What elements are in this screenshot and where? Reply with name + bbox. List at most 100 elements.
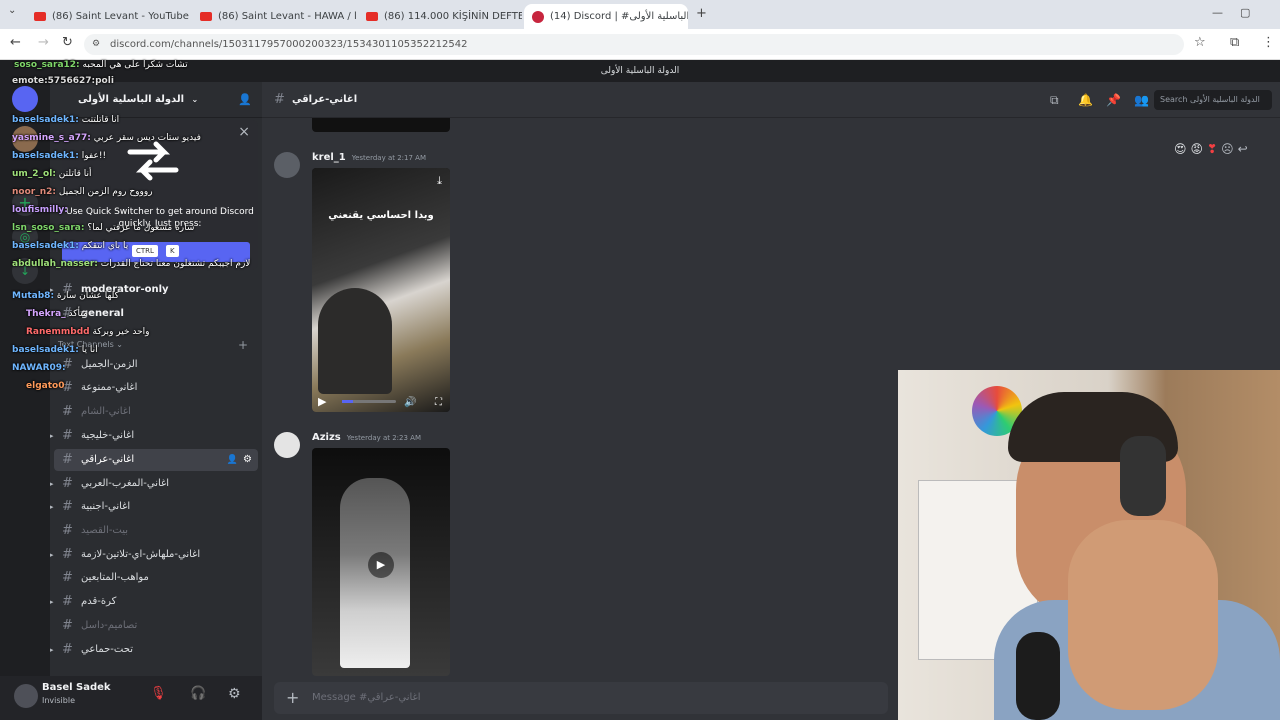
user-settings-gear-icon[interactable]: ⚙ xyxy=(228,686,241,702)
channel-item-selected[interactable]: # اغاني-عراقي 👤 ⚙ xyxy=(54,449,258,471)
chat-user: soso_sara12: xyxy=(14,60,80,70)
channel-item[interactable]: ▸ # اغاني-المغرب-العربي xyxy=(50,473,258,495)
channel-name: اغاني-اجنبية xyxy=(81,501,131,512)
chat-user: abdullah_nasser: xyxy=(12,259,98,269)
channel-item[interactable]: # اغاني-ممنوعة xyxy=(54,377,258,399)
tab-title: (86) Saint Levant - HAWA / هوا xyxy=(218,11,356,22)
back-icon[interactable]: ← xyxy=(10,35,21,50)
new-tab-button[interactable]: + xyxy=(696,6,707,21)
chat-text: روووح روم الزمن الجميل xyxy=(58,187,153,197)
chat-line: lsn_soso_sara: سارة مشغول ما عرفتي لما؟ xyxy=(12,223,194,233)
address-bar[interactable]: ⚙ discord.com/channels/15031179570002003… xyxy=(84,34,1184,55)
video-progress-bar[interactable] xyxy=(342,400,396,403)
forward-icon[interactable]: → xyxy=(38,35,49,50)
emoji-reaction[interactable]: 😡 xyxy=(1191,142,1208,156)
play-icon[interactable]: ▶ xyxy=(318,395,326,408)
avatar[interactable] xyxy=(274,432,300,458)
author-name: Azizs xyxy=(312,432,341,443)
chevron-right-icon: ▸ xyxy=(50,503,54,511)
avatar[interactable] xyxy=(14,684,38,708)
hashtag-icon: # xyxy=(62,476,73,491)
channel-name: اغاني-عراقي xyxy=(81,454,135,465)
chat-line: baselsadek1: عفوا!! xyxy=(12,151,106,161)
browser-tab-3[interactable]: (86) 114.000 KİŞİNİN DEFTERİN × xyxy=(358,4,522,29)
hashtag-icon: # xyxy=(62,594,73,609)
reload-icon[interactable]: ↻ xyxy=(62,35,73,50)
chat-line: baselsadek1: انا يا xyxy=(12,345,98,355)
volume-icon[interactable]: 🔊 xyxy=(404,397,416,408)
browser-tab-bar: ⌄ (86) Saint Levant - YouTube × (86) Sai… xyxy=(0,0,1280,29)
chat-user: baselsadek1: xyxy=(12,115,79,125)
maximize-icon[interactable]: ▢ xyxy=(1240,6,1250,19)
webcam-overlay xyxy=(898,370,1280,720)
tab-list-icon[interactable]: ⌄ xyxy=(8,5,16,16)
window-title-text: الدولة الباسلية الأولى xyxy=(600,66,680,76)
add-member-icon[interactable]: 👤 xyxy=(238,82,252,118)
message-input[interactable]: + Message #اغاني-عراقي xyxy=(274,682,888,714)
message-author[interactable]: krel_1 Yesterday at 2:17 AM xyxy=(312,152,426,163)
headphones-icon[interactable]: 🎧 xyxy=(190,686,206,701)
browser-tab-4-active[interactable]: (14) Discord | #الباسلية الأولى × xyxy=(524,4,688,29)
server-header[interactable]: الدولة الباسلية الأولى ⌄ 👤 xyxy=(50,82,262,118)
channel-item[interactable]: # بيت-القصيد xyxy=(54,520,258,542)
avatar[interactable] xyxy=(274,152,300,178)
bookmark-star-icon[interactable]: ☆ xyxy=(1194,35,1206,50)
close-icon[interactable]: × xyxy=(238,124,250,140)
tab-title: (86) Saint Levant - YouTube xyxy=(52,11,189,22)
home-discord-icon[interactable] xyxy=(12,86,38,112)
create-channel-icon[interactable]: + xyxy=(238,338,248,352)
chat-user: noor_n2: xyxy=(12,187,56,197)
video-attachment[interactable]: ▶ xyxy=(312,448,450,676)
emoji-reaction[interactable]: 😍 xyxy=(1174,142,1191,156)
browser-tab-1[interactable]: (86) Saint Levant - YouTube × xyxy=(26,4,190,29)
search-placeholder: Search الدولة الباسلية الأولى xyxy=(1160,95,1260,104)
channel-item[interactable]: # تصاميم-داسل xyxy=(54,615,258,637)
close-tab-icon[interactable]: × xyxy=(189,10,190,24)
channel-item[interactable]: ▸ # تحت-حماعي xyxy=(50,639,258,661)
menu-icon[interactable]: ⋮ xyxy=(1262,35,1275,50)
message-author[interactable]: Azizs Yesterday at 2:23 AM xyxy=(312,432,421,443)
fullscreen-icon[interactable]: ⛶ xyxy=(435,397,442,408)
chevron-right-icon: ▸ xyxy=(50,598,54,606)
reply-icon[interactable]: ↩ xyxy=(1238,142,1252,156)
person-figure xyxy=(318,288,392,394)
add-reaction-icon[interactable]: ☹ xyxy=(1221,142,1238,156)
channel-item[interactable]: # اغاني-الشام xyxy=(54,401,258,423)
chat-user: Thekra_ xyxy=(26,309,66,319)
emoji-reaction[interactable]: ❣ xyxy=(1207,142,1221,156)
previous-media[interactable] xyxy=(312,118,450,132)
author-name: krel_1 xyxy=(312,152,346,163)
extensions-icon[interactable]: ⧉ xyxy=(1230,35,1239,50)
channel-item[interactable]: ▸ # اغاني-ملهاش-اي-تلاتين-لازمة xyxy=(50,544,258,566)
member-list-icon[interactable]: 👥 xyxy=(1134,82,1149,118)
mic-muted-icon[interactable]: 🎙 xyxy=(150,686,167,701)
invite-icon[interactable]: 👤 xyxy=(227,449,238,471)
chat-text: يا باي انتقكم xyxy=(81,241,129,251)
chat-message: krel_1 Yesterday at 2:17 AM وبدا احساسي ي… xyxy=(262,150,902,412)
user-status: Invisible xyxy=(42,696,75,705)
headphones xyxy=(1120,436,1166,516)
download-icon[interactable]: ⤓ xyxy=(437,174,442,188)
chat-text: لازم اجيبكم تشتغلون معنا تحتاج القدرات xyxy=(100,259,251,269)
channel-item[interactable]: ▸ # اغاني-اجنبية xyxy=(50,496,258,518)
play-icon[interactable]: ▶ xyxy=(368,552,394,578)
hashtag-icon: # xyxy=(62,570,73,585)
chat-user: yasmine_s_a77: xyxy=(12,133,91,143)
pin-icon[interactable]: 📌 xyxy=(1106,82,1121,118)
channel-item[interactable]: ▸ # اغاني-خليجية xyxy=(50,425,258,447)
browser-tab-2[interactable]: (86) Saint Levant - HAWA / هوا × xyxy=(192,4,356,29)
upload-plus-icon[interactable]: + xyxy=(286,682,299,714)
channel-item[interactable]: ▸ # كرة-قدم xyxy=(50,591,258,613)
chat-line: um_2_ol: أنا قاتلتن xyxy=(12,169,92,179)
channel-item[interactable]: # مواهب-المتابعين xyxy=(54,567,258,589)
minimize-icon[interactable]: — xyxy=(1212,6,1223,19)
video-attachment[interactable]: وبدا احساسي يقنعني ⤓ ▶ 🔊 ⛶ xyxy=(312,168,450,412)
discord-icon xyxy=(532,10,544,23)
channel-item[interactable]: # الزمن-الجميل xyxy=(54,354,258,376)
search-input[interactable]: Search الدولة الباسلية الأولى xyxy=(1154,90,1272,110)
notification-bell-icon[interactable]: 🔔 xyxy=(1078,82,1093,118)
microphone xyxy=(1016,632,1060,720)
site-info-icon[interactable]: ⚙ xyxy=(92,34,100,55)
threads-icon[interactable]: ⧉ xyxy=(1050,82,1059,118)
gear-icon[interactable]: ⚙ xyxy=(243,449,252,471)
